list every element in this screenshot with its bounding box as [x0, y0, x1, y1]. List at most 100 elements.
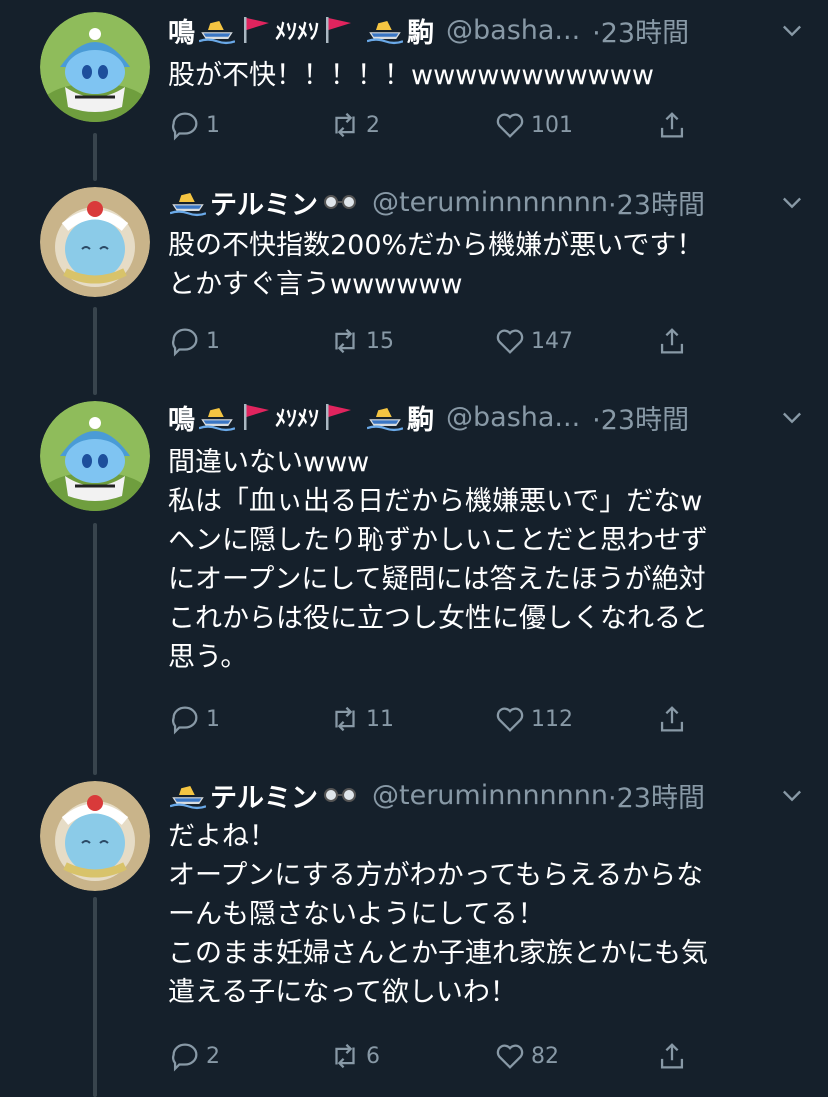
timestamp[interactable]: ·23時間	[592, 398, 689, 437]
tweet-actions: 2 6 82	[168, 1039, 708, 1075]
timestamp[interactable]: ·23時間	[592, 11, 689, 50]
reply-icon	[172, 328, 198, 357]
reply-button[interactable]: 1	[168, 108, 220, 142]
retweet-button[interactable]: 11	[328, 702, 394, 736]
reply-count: 1	[206, 112, 220, 138]
share-button[interactable]	[655, 702, 689, 736]
tweet-header: 鳴 ﾒｿﾒｿ 駒 @basha... ·23時間	[168, 395, 808, 439]
reply-count: 1	[206, 706, 220, 732]
avatar[interactable]	[40, 781, 150, 891]
red-flag-emoji-icon	[326, 404, 352, 430]
share-button[interactable]	[655, 108, 689, 142]
tweet-header: 鳴 ﾒｿﾒｿ 駒 @basha... ·23時間	[168, 8, 808, 52]
like-button[interactable]: 147	[493, 324, 573, 358]
share-icon	[660, 112, 684, 138]
display-name[interactable]: テルミン	[168, 183, 360, 222]
chevron-down-icon[interactable]	[778, 781, 806, 809]
retweet-count: 2	[366, 112, 380, 138]
boat-emoji-icon	[367, 19, 404, 45]
display-name-text: ﾒｿﾒｿ	[275, 407, 320, 432]
share-icon	[660, 706, 684, 732]
reply-button[interactable]: 1	[168, 324, 220, 358]
timestamp[interactable]: ·23時間	[608, 776, 705, 815]
flower-crown-plush-icon	[40, 187, 150, 297]
like-icon	[496, 329, 524, 354]
chevron-down-icon[interactable]	[778, 403, 806, 431]
retweet-button[interactable]: 15	[328, 324, 394, 358]
tweet-text: 股が不快！！！！！wwwwwwwwwww	[168, 60, 654, 91]
display-name-text: テルミン	[210, 189, 318, 221]
like-icon	[496, 707, 524, 732]
tweet-actions: 1 11 112	[168, 702, 708, 738]
tweet-actions: 1 15 147	[168, 324, 708, 360]
chevron-down-icon[interactable]	[778, 16, 806, 44]
display-name-text: 鳴	[168, 404, 195, 436]
display-name-text: 駒	[407, 404, 435, 436]
handle[interactable]: @basha...	[446, 402, 580, 433]
like-button[interactable]: 82	[493, 1039, 559, 1073]
display-name[interactable]: 鳴 ﾒｿﾒｿ 駒	[168, 11, 434, 50]
retweet-count: 6	[366, 1043, 380, 1069]
tweet-actions: 1 2 101	[168, 108, 708, 144]
share-button[interactable]	[655, 1039, 689, 1073]
retweet-icon	[335, 706, 355, 732]
retweet-icon	[335, 328, 355, 354]
red-flag-emoji-icon	[326, 17, 352, 43]
retweet-icon	[335, 1043, 355, 1069]
boat-emoji-icon	[367, 406, 404, 432]
flower-crown-plush-icon	[40, 781, 150, 891]
tweet-header: テルミン @teruminnnnnnn ·23時間	[168, 773, 808, 817]
reply-count: 2	[206, 1043, 220, 1069]
retweet-button[interactable]: 6	[328, 1039, 380, 1073]
display-name-text: 鳴	[168, 17, 195, 49]
retweet-count: 11	[366, 706, 394, 732]
tweet[interactable]: 鳴 ﾒｿﾒｿ 駒 @basha... ·23時間 股が不快！！！！！wwwwww…	[0, 8, 828, 158]
boat-emoji-icon	[170, 191, 206, 217]
tweet-text: だよね！ オープンにする方がわかってもらえるからな ーんも隠さないようにしてる！…	[168, 821, 708, 1008]
share-button[interactable]	[655, 324, 689, 358]
display-name-text: テルミン	[210, 782, 318, 814]
glasses-emoji-icon	[324, 195, 356, 209]
handle[interactable]: @teruminnnnnnn	[372, 780, 608, 811]
like-button[interactable]: 112	[493, 702, 573, 736]
like-count: 82	[531, 1043, 559, 1069]
glasses-emoji-icon	[324, 788, 356, 802]
reply-button[interactable]: 1	[168, 702, 220, 736]
display-name[interactable]: 鳴 ﾒｿﾒｿ 駒	[168, 398, 434, 437]
tweet[interactable]: テルミン @teruminnnnnnn ·23時間 だよね！ オープンにする方が…	[0, 773, 828, 1093]
chevron-down-icon[interactable]	[778, 188, 806, 216]
reply-icon	[172, 706, 198, 735]
timestamp[interactable]: ·23時間	[608, 183, 705, 222]
display-name-text: ﾒｿﾒｿ	[275, 20, 320, 45]
tweet[interactable]: テルミン @teruminnnnnnn ·23時間 股の不快指数200%だから機…	[0, 180, 828, 380]
handle[interactable]: @teruminnnnnnn	[372, 187, 608, 218]
tweet-text: 間違いないwww 私は「血ぃ出る日だから機嫌悪いで」だなw ヘンに隠したり恥ずか…	[168, 447, 708, 673]
boat-emoji-icon	[199, 406, 235, 432]
like-icon	[496, 113, 524, 138]
like-count: 112	[531, 706, 573, 732]
retweet-icon	[335, 112, 355, 138]
tweet-header: テルミン @teruminnnnnnn ·23時間	[168, 180, 808, 224]
tweet[interactable]: 鳴 ﾒｿﾒｿ 駒 @basha... ·23時間 間違いないwww 私は「血ぃ出…	[0, 395, 828, 755]
boat-emoji-icon	[170, 784, 206, 810]
reply-button[interactable]: 2	[168, 1039, 220, 1073]
display-name-text: 駒	[407, 17, 435, 49]
boat-emoji-icon	[199, 19, 235, 45]
tweet-text: 股の不快指数200%だから機嫌が悪いです！ とかすぐ言うwwwwww	[168, 230, 704, 300]
avatar[interactable]	[40, 187, 150, 297]
retweet-button[interactable]: 2	[328, 108, 380, 142]
reply-count: 1	[206, 328, 220, 354]
reply-icon	[172, 1043, 198, 1072]
like-button[interactable]: 101	[493, 108, 573, 142]
red-flag-emoji-icon	[244, 17, 269, 43]
handle[interactable]: @basha...	[446, 15, 580, 46]
like-icon	[496, 1044, 524, 1069]
shark-hood-plush-icon	[40, 401, 150, 511]
share-icon	[660, 1043, 684, 1069]
like-count: 147	[531, 328, 573, 354]
shark-hood-plush-icon	[40, 12, 150, 122]
reply-icon	[172, 112, 198, 141]
avatar[interactable]	[40, 401, 150, 511]
avatar[interactable]	[40, 12, 150, 122]
display-name[interactable]: テルミン	[168, 776, 360, 815]
